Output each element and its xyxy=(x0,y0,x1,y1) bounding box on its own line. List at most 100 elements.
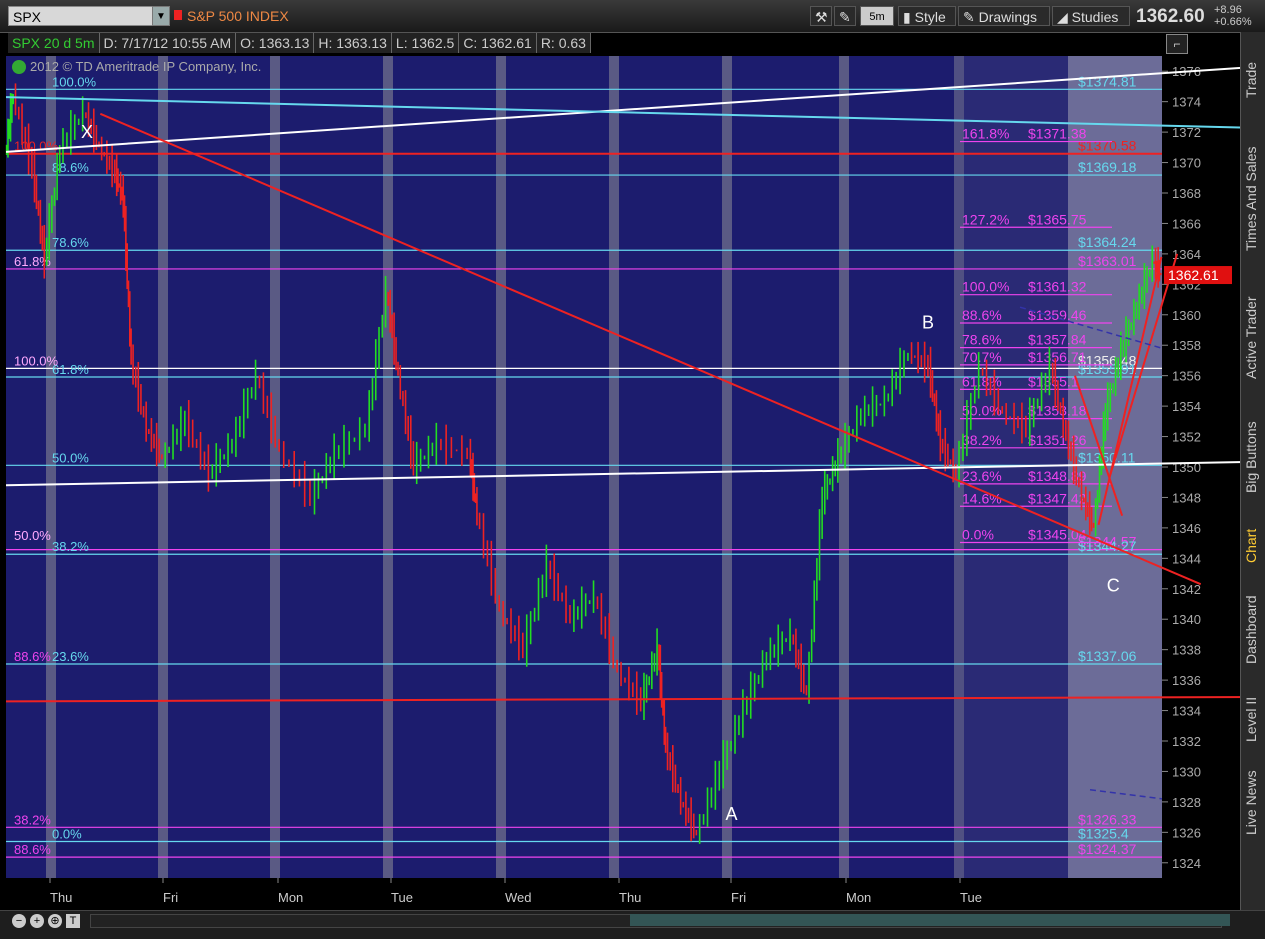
y-tick-label: 1324 xyxy=(1172,856,1201,871)
flag-icon xyxy=(174,10,182,20)
info-icon xyxy=(12,60,26,74)
fib-right-pct: 23.6% xyxy=(962,468,1002,484)
y-tick-label: 1354 xyxy=(1172,399,1201,414)
session-band xyxy=(270,56,280,878)
zoom-reset-icon[interactable]: ⊕ xyxy=(48,914,62,928)
session-band xyxy=(383,56,393,878)
session-band xyxy=(496,56,506,878)
drawings-label: Drawings xyxy=(978,9,1037,25)
fib-right-price: $1347.42 xyxy=(1028,490,1087,506)
fib-left-label: 78.6% xyxy=(52,235,89,250)
style-button[interactable]: ▮ Style xyxy=(898,6,956,26)
last-price: 1362.60 xyxy=(1136,6,1205,27)
interval-button[interactable]: 5m xyxy=(860,6,894,26)
fib-right-price: $1365.75 xyxy=(1028,211,1087,227)
style-icon: ▮ xyxy=(903,9,911,25)
price-chart[interactable]: 1324 1326 1328 1330 1332 1334 1336 1338 1340 1342… xyxy=(0,0,1265,938)
studies-button[interactable]: ◢ Studies xyxy=(1052,6,1130,26)
tab-trade[interactable]: Trade xyxy=(1243,40,1264,120)
info-range: R: 0.63 xyxy=(537,33,591,53)
zoom-in-icon[interactable]: + xyxy=(30,914,44,928)
x-tick-label: Wed xyxy=(505,890,532,905)
fib-right-pct: 14.6% xyxy=(962,490,1002,506)
x-tick-label: Tue xyxy=(391,890,413,905)
fib-left-label: 88.6% xyxy=(14,649,51,664)
style-label: Style xyxy=(914,9,946,25)
fib-right-price: $1359.46 xyxy=(1028,307,1087,323)
symbol-input[interactable]: SPX xyxy=(8,6,158,26)
studies-icon: ◢ xyxy=(1057,9,1068,25)
current-price-label: 1362.61 xyxy=(1168,267,1219,283)
fib-right-price: $1348.89 xyxy=(1028,468,1087,484)
tab-times-and-sales[interactable]: Times And Sales xyxy=(1243,124,1264,274)
symbol-dropdown-icon[interactable]: ▼ xyxy=(152,6,170,26)
fib-left-label: 38.2% xyxy=(52,539,89,554)
y-tick-label: 1338 xyxy=(1172,643,1201,658)
symbol-name: S&P 500 INDEX xyxy=(187,8,289,24)
fib-right-pct: 70.7% xyxy=(962,349,1002,365)
y-tick-label: 1336 xyxy=(1172,673,1201,688)
y-tick-label: 1334 xyxy=(1172,704,1201,719)
level-label: $1369.18 xyxy=(1078,159,1137,175)
fib-right-pct: 161.8% xyxy=(962,126,1009,142)
y-tick-label: 1348 xyxy=(1172,490,1201,505)
y-tick-label: 1330 xyxy=(1172,764,1201,779)
y-tick-label: 1360 xyxy=(1172,308,1201,323)
side-tabs: Trade Times And Sales Active Trader Big … xyxy=(1240,32,1265,910)
level-label: $1355.91 xyxy=(1078,361,1137,377)
fib-right-pct: 78.6% xyxy=(962,332,1002,348)
fib-right-price: $1371.38 xyxy=(1028,126,1087,142)
x-tick-label: Tue xyxy=(960,890,982,905)
x-tick-label: Fri xyxy=(163,890,178,905)
drawing-tool-icon[interactable]: ⌐ xyxy=(1166,34,1188,54)
tab-dashboard[interactable]: Dashboard xyxy=(1243,580,1264,680)
x-tick-label: Mon xyxy=(846,890,871,905)
info-close: C: 1362.61 xyxy=(459,33,537,53)
fib-right-price: $1351.26 xyxy=(1028,432,1087,448)
fib-right-price: $1356.71 xyxy=(1028,349,1087,365)
info-date: D: 7/17/12 10:55 AM xyxy=(100,33,237,53)
info-symbol: SPX 20 d 5m xyxy=(8,33,100,53)
tab-live-news[interactable]: Live News xyxy=(1243,758,1264,848)
wrench-icon[interactable]: ✎ xyxy=(834,6,856,26)
tab-level-ii[interactable]: Level II xyxy=(1243,684,1264,754)
copyright-text: 2012 © TD Ameritrade IP Company, Inc. xyxy=(30,59,262,74)
tool-icon[interactable]: ⚒ xyxy=(810,6,832,26)
tab-big-buttons[interactable]: Big Buttons xyxy=(1243,402,1264,512)
studies-label: Studies xyxy=(1071,9,1119,25)
scrollbar-thumb[interactable] xyxy=(630,914,1230,926)
y-tick-label: 1356 xyxy=(1172,369,1201,384)
y-tick-label: 1370 xyxy=(1172,156,1201,171)
fib-left-label: 23.6% xyxy=(52,649,89,664)
level-label: $1344.27 xyxy=(1078,538,1137,554)
fib-right-pct: 88.6% xyxy=(962,307,1002,323)
fib-right-pct: 50.0% xyxy=(962,403,1002,419)
tab-active-trader[interactable]: Active Trader xyxy=(1243,278,1264,398)
y-tick-label: 1346 xyxy=(1172,521,1201,536)
level-label: $1364.24 xyxy=(1078,234,1137,250)
drawings-button[interactable]: ✎ Drawings xyxy=(958,6,1050,26)
net-change-pct: +0.66% xyxy=(1214,16,1252,28)
y-tick-label: 1352 xyxy=(1172,430,1201,445)
cursor-icon[interactable]: T xyxy=(66,914,80,928)
y-tick-label: 1368 xyxy=(1172,186,1201,201)
bar-info: SPX 20 d 5m D: 7/17/12 10:55 AM O: 1363.… xyxy=(8,33,591,53)
fib-left-label: 0.0% xyxy=(52,826,82,841)
session-band xyxy=(46,56,56,878)
fib-right-pct: 127.2% xyxy=(962,211,1009,227)
tab-chart[interactable]: Chart xyxy=(1243,516,1264,576)
session-band xyxy=(609,56,619,878)
fib-right-pct: 100.0% xyxy=(962,279,1009,295)
level-label: $1370.58 xyxy=(1078,138,1137,154)
x-tick-label: Thu xyxy=(50,890,72,905)
fib-right-pct: 61.8% xyxy=(962,373,1002,389)
y-tick-label: 1328 xyxy=(1172,795,1201,810)
wave-label: B xyxy=(922,312,934,332)
net-change: +8.96 xyxy=(1214,4,1242,16)
level-label: $1325.4 xyxy=(1078,825,1129,841)
y-tick-label: 1326 xyxy=(1172,825,1201,840)
y-tick-label: 1358 xyxy=(1172,338,1201,353)
x-tick-label: Mon xyxy=(278,890,303,905)
zoom-out-icon[interactable]: − xyxy=(12,914,26,928)
fib-right-price: $1345.04 xyxy=(1028,527,1087,543)
